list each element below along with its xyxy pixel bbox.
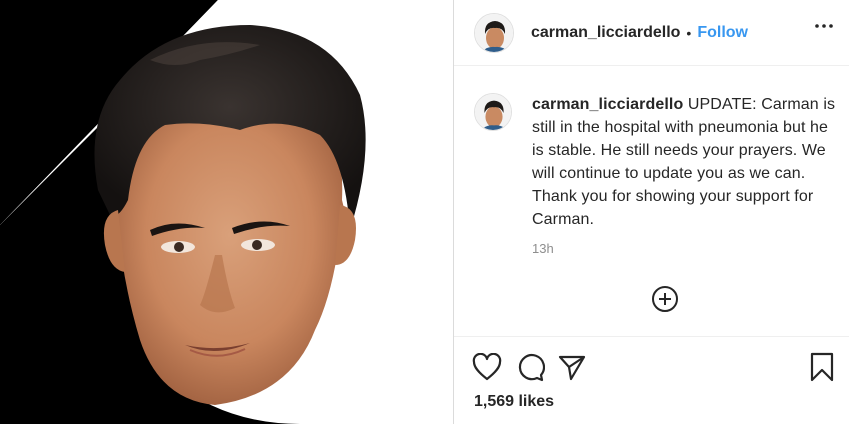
follow-button[interactable]: Follow <box>697 24 748 42</box>
portrait-photo <box>0 0 453 424</box>
post-side-panel: carman_licciardello • Follow carman_licc… <box>453 0 849 424</box>
separator-dot: • <box>686 24 692 41</box>
caption-avatar[interactable] <box>474 93 512 131</box>
likes-count[interactable]: 1,569 likes <box>474 393 554 411</box>
bookmark-icon[interactable] <box>806 351 838 383</box>
instagram-post: carman_licciardello • Follow carman_licc… <box>0 0 849 424</box>
comment-icon[interactable] <box>514 351 546 383</box>
post-image[interactable] <box>0 0 453 424</box>
heart-icon[interactable] <box>471 351 503 383</box>
username[interactable]: carman_licciardello <box>531 24 680 42</box>
avatar[interactable] <box>474 12 514 53</box>
more-options-icon[interactable] <box>812 14 836 38</box>
caption-body: UPDATE: Carman is still in the hospital … <box>532 96 836 228</box>
paper-plane-icon[interactable] <box>556 351 588 383</box>
caption: carman_licciardello UPDATE: Carman is st… <box>474 93 844 256</box>
action-bar: 1,569 likes <box>454 336 849 424</box>
caption-username[interactable]: carman_licciardello <box>532 96 683 113</box>
plus-circle-icon[interactable] <box>650 284 680 314</box>
caption-timestamp[interactable]: 13h <box>532 241 842 256</box>
post-header: carman_licciardello • Follow <box>454 0 849 66</box>
caption-text: carman_licciardello UPDATE: Carman is st… <box>532 93 842 231</box>
